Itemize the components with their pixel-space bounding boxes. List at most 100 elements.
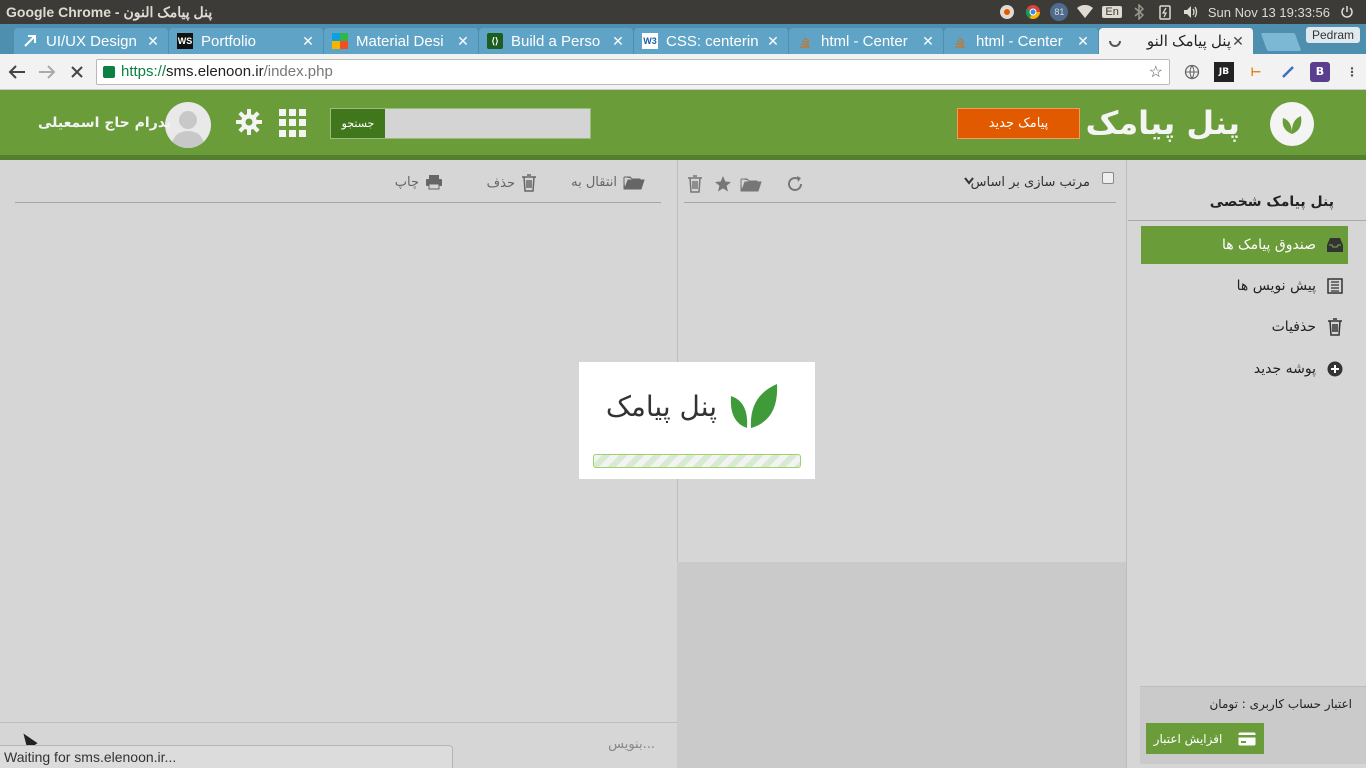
bluetooth-icon[interactable] bbox=[1130, 3, 1148, 21]
apps-grid-icon[interactable] bbox=[279, 109, 307, 137]
folder-icon[interactable] bbox=[740, 173, 762, 195]
star-icon[interactable] bbox=[712, 173, 734, 195]
trash-icon bbox=[1326, 318, 1344, 336]
sidebar-item-inbox[interactable]: صندوق پیامک ها bbox=[1141, 226, 1348, 264]
w3-icon: W3 bbox=[642, 33, 658, 49]
clock[interactable]: Sun Nov 13 19:33:56 bbox=[1208, 5, 1330, 20]
url-scheme: https:// bbox=[121, 63, 167, 80]
tab-label: UI/UX Design bbox=[46, 32, 137, 50]
volume-icon[interactable] bbox=[1182, 3, 1200, 21]
tab-strip: UI/UX Design ✕ WS Portfolio ✕ Material D… bbox=[0, 24, 1366, 54]
close-icon[interactable]: ✕ bbox=[146, 33, 160, 50]
new-sms-button[interactable]: پیامک جدید bbox=[957, 108, 1080, 139]
ws-icon: WS bbox=[177, 33, 193, 49]
close-icon[interactable]: ✕ bbox=[1076, 33, 1090, 50]
tab-uiux[interactable]: UI/UX Design ✕ bbox=[14, 28, 169, 54]
sidebar: پنل پیامک شخصی صندوق پیامک ها پیش نویس ه… bbox=[1126, 160, 1366, 768]
lock-icon bbox=[103, 65, 115, 78]
tab-label: CSS: centerin bbox=[666, 32, 759, 50]
b-extension-icon[interactable]: B bbox=[1310, 61, 1330, 82]
orange-extension-icon[interactable]: ⊢ bbox=[1246, 62, 1266, 82]
app-header: پنل پیامک پیامک جدید جستجو پدرام حاج اسم… bbox=[0, 90, 1366, 160]
bookmark-star-icon[interactable]: ☆ bbox=[1149, 62, 1163, 82]
address-bar[interactable]: https:// sms.elenoon.ir /index.php ☆ bbox=[96, 58, 1170, 85]
leaf-logo-icon bbox=[730, 384, 778, 428]
close-icon[interactable]: ✕ bbox=[456, 33, 470, 50]
tab-label: html - Center bbox=[821, 32, 908, 50]
search-button[interactable]: جستجو bbox=[331, 109, 385, 138]
user-name[interactable]: پدرام حاج اسمعیلی bbox=[38, 115, 171, 131]
menu-icon[interactable]: ⋮ bbox=[1342, 62, 1362, 82]
sidebar-item-label: حذفیات bbox=[1271, 319, 1316, 335]
tab-sms-panel[interactable]: پنل پیامک النو ✕ bbox=[1099, 28, 1254, 54]
message-detail-panel: انتقال به حذف چاپ بنویس... bbox=[0, 160, 677, 768]
pen-extension-icon[interactable] bbox=[1278, 62, 1298, 82]
credit-label: اعتبار حساب کاربری : تومان bbox=[1209, 697, 1352, 711]
stop-button[interactable] bbox=[64, 59, 90, 85]
print-label: چاپ bbox=[394, 174, 419, 190]
sidebar-item-drafts[interactable]: پیش نویس ها bbox=[1141, 267, 1348, 305]
message-list-panel: مرتب سازی بر اساس bbox=[677, 160, 1126, 562]
globe-extension-icon[interactable] bbox=[1182, 62, 1202, 82]
chevron-down-icon[interactable] bbox=[964, 175, 974, 188]
os-top-bar: Google Chrome - پنل پیامک النون 81 En Su… bbox=[0, 0, 1366, 24]
search-input[interactable] bbox=[385, 109, 590, 138]
select-all-checkbox[interactable] bbox=[1102, 172, 1114, 184]
keyboard-layout[interactable]: En bbox=[1102, 6, 1122, 18]
tab-label: پنل پیامک النو bbox=[1146, 33, 1231, 50]
close-icon[interactable]: ✕ bbox=[1231, 33, 1245, 50]
logo[interactable] bbox=[1270, 102, 1314, 146]
move-to-button[interactable]: انتقال به bbox=[571, 174, 645, 190]
tab-portfolio[interactable]: WS Portfolio ✕ bbox=[169, 28, 324, 54]
forward-button[interactable] bbox=[34, 59, 60, 85]
detail-toolbar: انتقال به حذف چاپ bbox=[15, 170, 661, 203]
window-title: Google Chrome - پنل پیامک النون bbox=[6, 3, 213, 20]
list-panel-empty bbox=[677, 562, 1126, 768]
profile-button[interactable]: Pedram bbox=[1305, 27, 1360, 43]
brand-title: پنل پیامک bbox=[1085, 104, 1240, 142]
close-icon[interactable]: ✕ bbox=[301, 33, 315, 50]
updates-badge[interactable]: 81 bbox=[1050, 3, 1069, 21]
so-icon bbox=[797, 33, 813, 49]
power-icon[interactable] bbox=[1338, 3, 1356, 21]
new-tab-button[interactable] bbox=[1260, 33, 1302, 51]
inbox-icon bbox=[1326, 236, 1344, 254]
chrome-icon[interactable] bbox=[1024, 3, 1042, 21]
compose-placeholder: بنویس... bbox=[608, 737, 655, 752]
close-icon[interactable]: ✕ bbox=[766, 33, 780, 50]
refresh-icon[interactable] bbox=[784, 173, 806, 195]
wifi-icon[interactable] bbox=[1076, 3, 1094, 21]
trash-icon bbox=[522, 174, 536, 192]
back-button[interactable] bbox=[4, 59, 30, 85]
gear-icon[interactable] bbox=[234, 107, 264, 137]
sidebar-item-new-folder[interactable]: پوشه جدید bbox=[1141, 350, 1348, 388]
sidebar-item-label: پیش نویس ها bbox=[1236, 278, 1316, 294]
system-tray: 81 En Sun Nov 13 19:33:56 bbox=[998, 3, 1366, 21]
avatar[interactable] bbox=[165, 102, 211, 148]
delete-button[interactable]: حذف bbox=[487, 174, 537, 192]
credit-card-icon bbox=[1238, 732, 1256, 745]
tab-build[interactable]: ⟨⟩ Build a Perso ✕ bbox=[479, 28, 634, 54]
search-box: جستجو bbox=[330, 108, 591, 139]
code-icon: ⟨⟩ bbox=[487, 33, 503, 49]
jb-extension-icon[interactable]: JB bbox=[1214, 61, 1234, 82]
folder-open-icon bbox=[623, 176, 645, 190]
battery-icon[interactable] bbox=[1156, 3, 1174, 21]
print-button[interactable]: چاپ bbox=[395, 174, 443, 190]
trash-icon[interactable] bbox=[684, 173, 706, 195]
delete-label: حذف bbox=[486, 175, 515, 191]
loading-dialog: پنل پیامک bbox=[579, 362, 815, 479]
increase-credit-button[interactable]: افزایش اعتبار bbox=[1146, 723, 1264, 754]
status-bubble: Waiting for sms.elenoon.ir... bbox=[0, 745, 453, 768]
close-icon[interactable]: ✕ bbox=[921, 33, 935, 50]
tab-material[interactable]: Material Desi ✕ bbox=[324, 28, 479, 54]
sidebar-item-trash[interactable]: حذفیات bbox=[1141, 308, 1348, 346]
tab-css-centering[interactable]: W3 CSS: centerin ✕ bbox=[634, 28, 789, 54]
sort-dropdown[interactable]: مرتب سازی بر اساس bbox=[971, 175, 1090, 190]
tab-html-center-1[interactable]: html - Center ✕ bbox=[789, 28, 944, 54]
browser-toolbar: https:// sms.elenoon.ir /index.php ☆ JB … bbox=[0, 54, 1366, 90]
tab-html-center-2[interactable]: html - Center ✕ bbox=[944, 28, 1099, 54]
increase-credit-label: افزایش اعتبار bbox=[1153, 731, 1223, 746]
app-indicator-icon[interactable] bbox=[998, 3, 1016, 21]
close-icon[interactable]: ✕ bbox=[611, 33, 625, 50]
